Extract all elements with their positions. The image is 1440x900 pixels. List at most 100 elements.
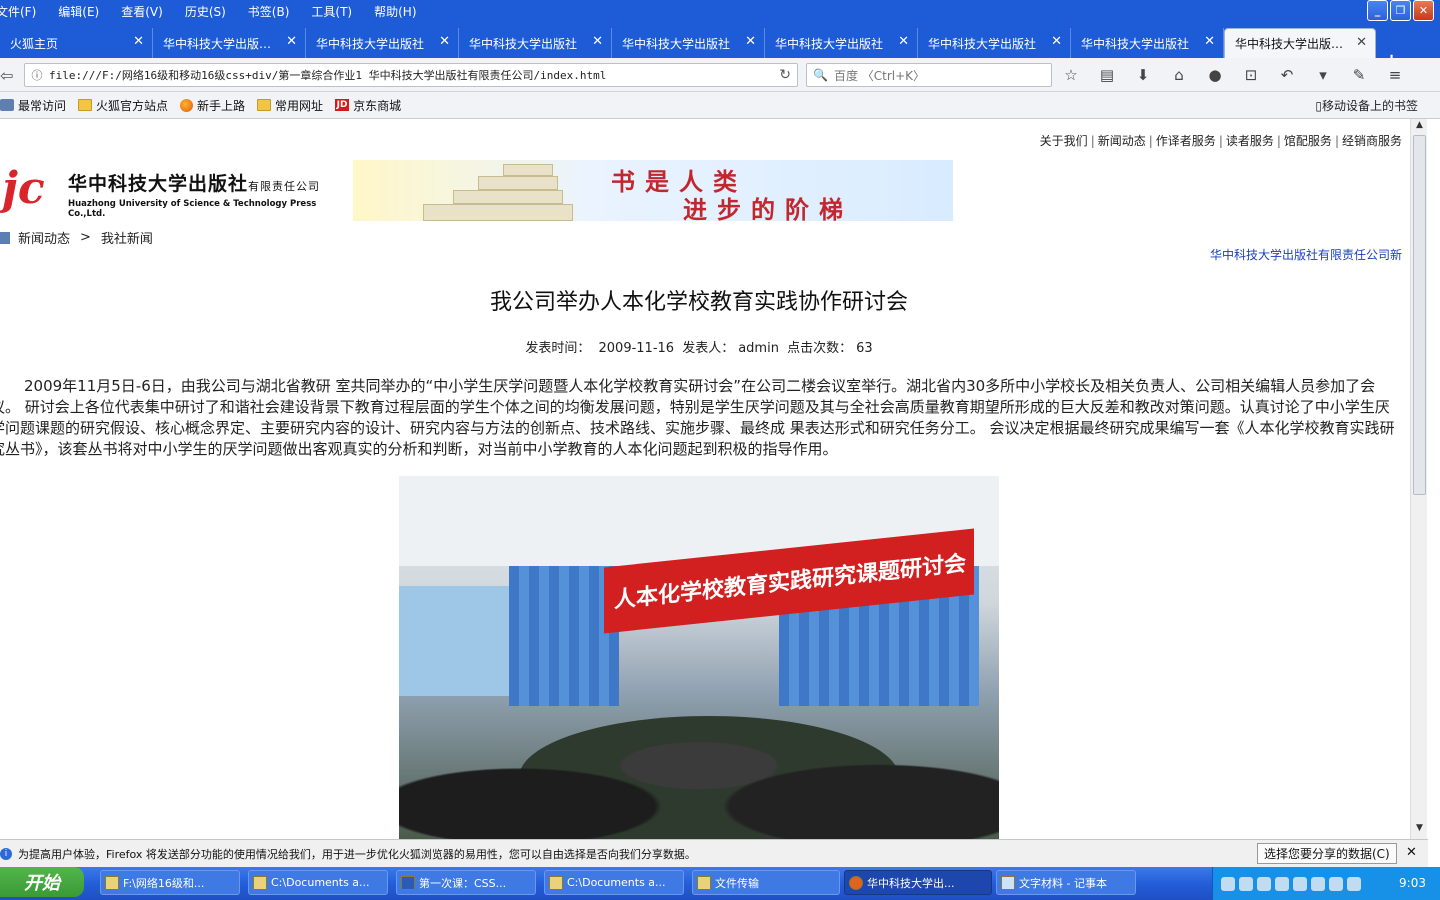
taskbar-item-explorer[interactable]: F:\网络16级和... <box>100 870 240 895</box>
data-sharing-notification: i 为提高用户体验，Firefox 将发送部分功能的使用情况给我们，用于进一步优… <box>0 839 1428 867</box>
menu-file[interactable]: 文件(F) <box>0 3 36 20</box>
bookmark-jd[interactable]: JD 京东商城 <box>335 97 401 114</box>
bookmark-getting-started[interactable]: 新手上路 <box>180 97 245 114</box>
volume-icon[interactable] <box>1275 876 1289 891</box>
close-notification-icon[interactable]: ✕ <box>1406 845 1417 860</box>
dropdown-icon[interactable]: ▾ <box>1312 64 1334 86</box>
taskbar-item-file-transfer[interactable]: 文件传输 <box>692 870 840 895</box>
tab-page[interactable]: 华中科技大学出版社 ✕ <box>306 28 459 58</box>
breadcrumb-press-news[interactable]: 我社新闻 <box>101 228 153 247</box>
nav-bar: ⇦ ⓘ file:///F:/网络16级和移动16级css+div/第一章综合作… <box>0 58 1440 92</box>
breadcrumb-news[interactable]: 新闻动态 <box>18 228 70 247</box>
close-tab-icon[interactable]: ✕ <box>133 34 144 49</box>
tab-page[interactable]: 华中科技大学出版社 ✕ <box>918 28 1071 58</box>
link-dealer-service[interactable]: 经销商服务 <box>1342 134 1402 148</box>
home-icon[interactable]: ⌂ <box>1168 64 1190 86</box>
marquee-link[interactable]: 华中科技大学出版社有限责任公司新 <box>1210 246 1402 263</box>
bookmark-star-icon[interactable]: ☆ <box>1060 64 1082 86</box>
minimize-button[interactable]: _ <box>1367 0 1388 21</box>
chat-icon[interactable]: ● <box>1204 64 1226 86</box>
choose-data-button[interactable]: 选择您要分享的数据(C) <box>1257 843 1397 864</box>
link-author-service[interactable]: 作译者服务 <box>1156 134 1216 148</box>
bookmark-common-sites[interactable]: 常用网址 <box>257 97 323 114</box>
menu-history[interactable]: 历史(S) <box>185 3 226 20</box>
extension-icon[interactable]: ✎ <box>1348 64 1370 86</box>
close-tab-icon[interactable]: ✕ <box>286 34 297 49</box>
menu-icon[interactable]: ≡ <box>1384 64 1406 86</box>
tray-icon[interactable] <box>1239 876 1253 891</box>
link-library-service[interactable]: 馆配服务 <box>1284 134 1332 148</box>
tab-active[interactable]: 华中科技大学出版… ✕ <box>1224 28 1376 58</box>
taskbar-item-word[interactable]: 第一次课：CSS... <box>396 870 536 895</box>
tray-icon[interactable] <box>1221 876 1235 891</box>
mobile-bookmarks[interactable]: ▯移动设备上的书签 <box>1315 97 1418 114</box>
taskbar-item-cmd[interactable]: C:\Documents a... <box>248 870 388 895</box>
shield-icon[interactable] <box>1293 876 1307 891</box>
folder-icon <box>549 876 563 890</box>
menu-tools[interactable]: 工具(T) <box>311 3 352 20</box>
search-input[interactable]: 🔍 百度 〈Ctrl+K〉 <box>806 63 1052 87</box>
start-button[interactable]: 开始 <box>0 867 84 897</box>
taskbar-item-explorer-2[interactable]: C:\Documents a... <box>544 870 684 895</box>
close-tab-icon[interactable]: ✕ <box>898 34 909 49</box>
url-bar[interactable]: ⓘ file:///F:/网络16级和移动16级css+div/第一章综合作业1… <box>24 63 798 87</box>
menu-help[interactable]: 帮助(H) <box>374 3 416 20</box>
meta-time-label: 发表时间： <box>525 341 591 356</box>
link-about[interactable]: 关于我们 <box>1040 134 1088 148</box>
close-tab-icon[interactable]: ✕ <box>1051 34 1062 49</box>
scroll-thumb[interactable] <box>1413 135 1426 495</box>
tab-page[interactable]: 华中科技大学出版社 ✕ <box>459 28 612 58</box>
menu-bookmarks[interactable]: 书签(B) <box>248 3 290 20</box>
menu-view[interactable]: 查看(V) <box>121 3 163 20</box>
info-icon: i <box>0 847 12 860</box>
network-icon[interactable] <box>1329 876 1343 891</box>
info-icon[interactable]: ⓘ <box>25 67 49 83</box>
search-icon: 🔍 <box>813 68 828 82</box>
taskbar-item-firefox[interactable]: 华中科技大学出... <box>844 870 992 895</box>
screenshot-icon[interactable]: ⊡ <box>1240 64 1262 86</box>
taskbar-label: C:\Documents a... <box>567 876 666 889</box>
close-tab-icon[interactable]: ✕ <box>745 34 756 49</box>
folder-icon <box>78 99 93 111</box>
link-news[interactable]: 新闻动态 <box>1098 134 1146 148</box>
tab-page[interactable]: 华中科技大学出版社 ✕ <box>612 28 765 58</box>
article-photo: 人本化学校教育实践研究课题研讨会 <box>399 476 999 839</box>
scroll-down-icon[interactable]: ▼ <box>1413 823 1426 837</box>
download-icon[interactable]: ⬇ <box>1132 64 1154 86</box>
logo-mark: jc <box>2 163 45 214</box>
tray-icon[interactable] <box>1257 876 1271 891</box>
tab-label: 华中科技大学出版社 <box>316 36 425 51</box>
close-window-button[interactable]: ✕ <box>1413 0 1434 21</box>
search-placeholder: 百度 〈Ctrl+K〉 <box>833 68 926 83</box>
reader-icon[interactable]: ▤ <box>1096 64 1118 86</box>
tab-page[interactable]: 华中科技大学出版社 ✕ <box>765 28 918 58</box>
tab-firefox-home[interactable]: 火狐主页 ✕ <box>0 28 153 58</box>
menu-edit[interactable]: 编辑(E) <box>58 3 99 20</box>
undo-icon[interactable]: ↶ <box>1276 64 1298 86</box>
close-tab-icon[interactable]: ✕ <box>1204 34 1215 49</box>
site-logo[interactable]: jc 华中科技大学出版社有限责任公司 Huazhong University o… <box>0 161 345 219</box>
book-icon <box>0 231 10 244</box>
restore-button[interactable]: ❐ <box>1390 0 1411 21</box>
tab-label: 华中科技大学出版社 <box>775 36 884 51</box>
scroll-up-icon[interactable]: ▲ <box>1413 120 1426 134</box>
bookmark-firefox-site[interactable]: 火狐官方站点 <box>78 97 168 114</box>
taskbar-item-notepad[interactable]: 文字材料 - 记事本 <box>996 870 1136 895</box>
close-tab-icon[interactable]: ✕ <box>592 34 603 49</box>
back-arrow-icon[interactable]: ⇦ <box>0 66 13 85</box>
window-controls: _ ❐ ✕ <box>1367 0 1434 21</box>
vertical-scrollbar[interactable]: ▲ ▼ <box>1410 119 1427 839</box>
url-text[interactable]: file:///F:/网络16级和移动16级css+div/第一章综合作业1 华… <box>49 67 606 83</box>
link-reader-service[interactable]: 读者服务 <box>1226 134 1274 148</box>
bookmarks-bar: 最常访问 火狐官方站点 新手上路 常用网址 JD 京东商城 ▯移动设备上的书签 <box>0 92 1440 119</box>
bookmark-most-visited[interactable]: 最常访问 <box>0 97 66 114</box>
tab-page[interactable]: 华中科技大学出版社 ✕ <box>1071 28 1224 58</box>
tray-icon[interactable] <box>1347 876 1361 891</box>
tab-page[interactable]: 华中科技大学出版… ✕ <box>153 28 306 58</box>
close-tab-icon[interactable]: ✕ <box>439 34 450 49</box>
taskbar-label: 文件传输 <box>715 876 759 890</box>
reload-icon[interactable]: ↻ <box>779 67 791 83</box>
bookmark-label: 新手上路 <box>197 98 246 113</box>
tray-icon[interactable] <box>1311 876 1325 891</box>
close-tab-icon[interactable]: ✕ <box>1356 35 1367 50</box>
